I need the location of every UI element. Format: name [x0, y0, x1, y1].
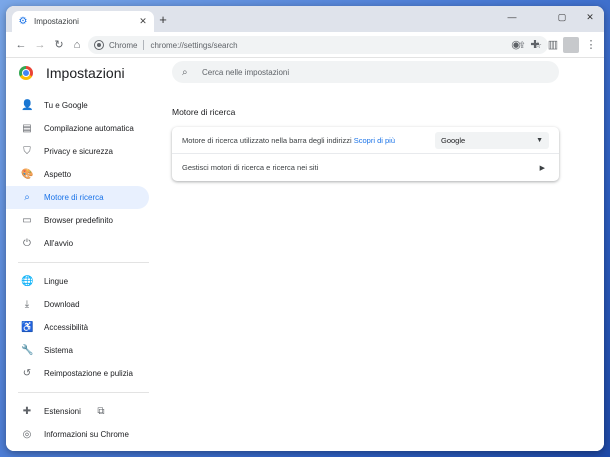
side-panel-icon[interactable]: ▥ [546, 38, 560, 52]
nav-label: Informazioni su Chrome [44, 430, 129, 439]
nav-divider [18, 392, 149, 393]
settings-page: Impostazioni ⌕ Cerca nelle impostazioni … [6, 58, 604, 451]
search-placeholder: Cerca nelle impostazioni [202, 67, 290, 77]
nav-label: Lingue [44, 277, 69, 286]
nav-system[interactable]: 🔧 Sistema [6, 339, 149, 362]
page-title: Impostazioni [46, 65, 125, 81]
gear-icon: ⚙ [18, 15, 28, 27]
nav-search-engine[interactable]: ⌕ Motore di ricerca [6, 186, 149, 209]
system-icon: 🔧 [21, 345, 34, 356]
back-arrow-icon[interactable]: ← [14, 38, 28, 52]
privacy-icon: ⛉ [23, 146, 31, 157]
nav-languages[interactable]: 🌐 Lingue [6, 270, 149, 293]
tab-strip: ⚙ Impostazioni ✕ + — ▢ ✕ [6, 6, 604, 32]
autofill-icon: ▤ [22, 123, 32, 134]
nav-you-and-google[interactable]: 👤 Tu e Google [6, 94, 149, 117]
manage-engines-row[interactable]: Gestisci motori di ricerca e ricerca nei… [172, 154, 559, 181]
chevron-right-icon: ▶ [539, 164, 545, 172]
nav-extensions[interactable]: ✚ Estensioni ⧉ [6, 400, 149, 423]
search-engine-select[interactable]: Google ▼ [435, 131, 549, 149]
external-link-icon: ⧉ [97, 406, 105, 417]
on-startup-icon: ⏻ [23, 238, 31, 249]
default-engine-text: Motore di ricerca utilizzato nella barra… [182, 135, 352, 145]
toolbar: ← → ↻ ⌂ Chrome chrome://settings/search … [6, 32, 604, 58]
nav-label: Motore di ricerca [44, 193, 104, 202]
extensions-puzzle-icon[interactable]: ✚ [528, 38, 542, 52]
nav-default-browser[interactable]: ▭ Browser predefinito [6, 209, 149, 232]
dropdown-arrow-icon: ▼ [536, 136, 543, 144]
languages-icon: 🌐 [21, 276, 34, 287]
nav-label: Download [44, 300, 80, 309]
omnibox-site-label: Chrome [109, 40, 138, 50]
nav-label: Sistema [44, 346, 73, 355]
nav-autofill[interactable]: ▤ Compilazione automatica [6, 117, 149, 140]
reload-icon[interactable]: ↻ [52, 38, 66, 52]
accessibility-icon: ♿ [21, 322, 34, 333]
settings-header: Impostazioni [19, 65, 125, 81]
profile-avatar[interactable] [563, 37, 579, 53]
omnibox-separator [143, 40, 145, 50]
new-tab-button[interactable]: + [156, 13, 170, 27]
nav-about-chrome[interactable]: ◎ Informazioni su Chrome [6, 423, 149, 446]
tab-close-icon[interactable]: ✕ [138, 16, 148, 27]
search-engine-card: Motore di ricerca utilizzato nella barra… [172, 127, 559, 181]
nav-label: Browser predefinito [44, 216, 113, 225]
menu-kebab-icon[interactable]: ⋮ [584, 38, 598, 52]
nav-privacy[interactable]: ⛉ Privacy e sicurezza [6, 140, 149, 163]
nav-on-startup[interactable]: ⏻ All'avvio [6, 232, 149, 255]
reset-icon: ↺ [22, 368, 32, 379]
nav-label: Compilazione automatica [44, 124, 134, 133]
nav-label: Accessibilità [44, 323, 89, 332]
default-browser-icon: ▭ [22, 215, 32, 226]
section-title: Motore di ricerca [172, 107, 236, 117]
nav-accessibility[interactable]: ♿ Accessibilità [6, 316, 149, 339]
forward-arrow-icon[interactable]: → [33, 38, 47, 52]
default-engine-row: Motore di ricerca utilizzato nella barra… [172, 127, 559, 154]
nav-divider [18, 262, 149, 263]
nav-label: Aspetto [44, 170, 72, 179]
search-icon: ⌕ [182, 66, 188, 78]
nav-downloads[interactable]: ⤓ Download [6, 293, 149, 316]
chrome-logo-icon [19, 66, 33, 80]
nav-reset[interactable]: ↺ Reimpostazione e pulizia [6, 362, 149, 385]
search-engine-value: Google [441, 135, 466, 145]
chrome-site-icon [94, 40, 104, 50]
omnibox-url[interactable]: chrome://settings/search [150, 41, 510, 50]
settings-search-input[interactable]: ⌕ Cerca nelle impostazioni [172, 61, 559, 83]
appearance-icon: 🎨 [21, 169, 34, 180]
tab-settings[interactable]: ⚙ Impostazioni ✕ [12, 11, 154, 32]
nav-label: Privacy e sicurezza [44, 147, 113, 156]
browser-window: ⚙ Impostazioni ✕ + — ▢ ✕ ← → ↻ ⌂ Chrome … [6, 6, 604, 451]
learn-more-link[interactable]: Scopri di più [354, 136, 395, 145]
maximize-button[interactable]: ▢ [553, 10, 571, 24]
manage-engines-label: Gestisci motori di ricerca e ricerca nei… [182, 163, 319, 172]
downloads-icon: ⤓ [24, 299, 30, 310]
extensions-icon: ✚ [22, 406, 32, 417]
close-window-button[interactable]: ✕ [581, 10, 599, 24]
about-chrome-icon: ◎ [22, 429, 32, 440]
extension-shield-icon[interactable]: ◉ [509, 38, 523, 52]
nav-label: Tu e Google [44, 101, 88, 110]
home-icon[interactable]: ⌂ [70, 38, 84, 52]
minimize-button[interactable]: — [503, 10, 521, 24]
nav-label: Estensioni [44, 407, 81, 416]
default-engine-label: Motore di ricerca utilizzato nella barra… [182, 136, 435, 145]
nav-label: Reimpostazione e pulizia [44, 369, 133, 378]
you-and-google-icon: 👤 [21, 100, 34, 111]
address-bar[interactable]: Chrome chrome://settings/search ⇪ ☆ [88, 36, 548, 54]
tab-title: Impostazioni [34, 17, 79, 26]
settings-sidebar: 👤 Tu e Google ▤ Compilazione automatica ⛉ Pri… [6, 94, 149, 446]
nav-label: All'avvio [44, 239, 74, 248]
nav-appearance[interactable]: 🎨 Aspetto [6, 163, 149, 186]
search-engine-icon: ⌕ [24, 192, 30, 203]
